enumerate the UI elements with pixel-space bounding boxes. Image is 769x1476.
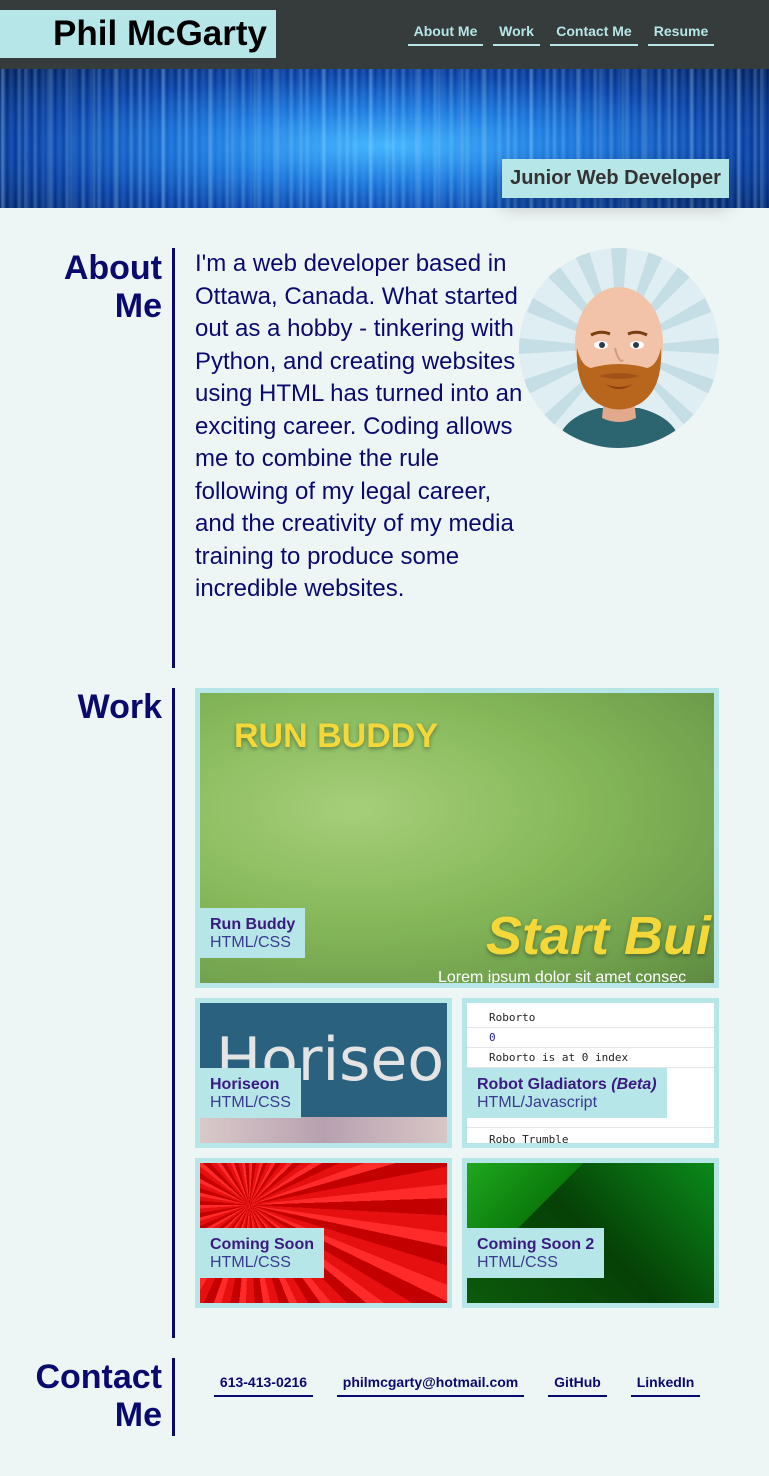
- contact-phone-link[interactable]: 613-413-0216: [214, 1372, 313, 1397]
- project-card-horiseon[interactable]: Horiseon Horiseon HTML/CSS: [195, 998, 452, 1148]
- project-tech: HTML/CSS: [477, 1254, 558, 1271]
- avatar: [519, 248, 719, 448]
- project-label: Run Buddy HTML/CSS: [200, 908, 306, 958]
- project-name: Horiseon: [210, 1076, 280, 1093]
- project-tech: HTML/CSS: [210, 1094, 291, 1111]
- contact-github-link[interactable]: GitHub: [548, 1372, 607, 1397]
- about-text: I'm a web developer based in Ottawa, Can…: [195, 250, 523, 602]
- about-divider: [172, 248, 175, 668]
- site-header: Phil McGarty About Me Work Contact Me Re…: [0, 0, 769, 69]
- about-heading: About Me: [63, 249, 162, 325]
- project-label: Coming Soon 2 HTML/CSS: [467, 1228, 605, 1278]
- nav-about-me[interactable]: About Me: [408, 20, 483, 46]
- project-name: Coming Soon: [210, 1236, 314, 1253]
- main-nav: About Me Work Contact Me Resume: [0, 20, 769, 46]
- nav-resume[interactable]: Resume: [648, 20, 714, 46]
- hero-tagline: Junior Web Developer: [502, 159, 729, 198]
- project-name: Coming Soon 2: [477, 1236, 595, 1253]
- run-buddy-preview-cta: Start Bui: [486, 906, 712, 966]
- contact-divider: [172, 1358, 175, 1436]
- project-label: Coming Soon HTML/CSS: [200, 1228, 324, 1278]
- contact-linkedin-link[interactable]: LinkedIn: [631, 1372, 700, 1397]
- project-tech: HTML/CSS: [210, 934, 291, 951]
- work-divider: [172, 688, 175, 1338]
- project-card-robot-gladiators[interactable]: Roborto 0 Roborto is at 0 index Robo Tru…: [462, 998, 719, 1148]
- project-tech: HTML/Javascript: [477, 1094, 598, 1111]
- contact-heading: Contact Me: [35, 1358, 162, 1434]
- contact-email-link[interactable]: philmcgarty@hotmail.com: [337, 1372, 524, 1397]
- project-card-run-buddy[interactable]: RUN BUDDY Start Bui Lorem ipsum dolor si…: [195, 688, 719, 988]
- project-name: Run Buddy: [210, 916, 296, 933]
- run-buddy-preview-title: RUN BUDDY: [234, 717, 438, 755]
- nav-work[interactable]: Work: [493, 20, 540, 46]
- work-heading: Work: [77, 688, 162, 726]
- project-label: Robot Gladiators (Beta) HTML/Javascript: [467, 1068, 667, 1118]
- project-name: Robot Gladiators (Beta): [477, 1076, 657, 1093]
- project-card-coming-soon[interactable]: Coming Soon HTML/CSS: [195, 1158, 452, 1308]
- project-card-coming-soon-2[interactable]: Coming Soon 2 HTML/CSS: [462, 1158, 719, 1308]
- project-tech: HTML/CSS: [210, 1254, 291, 1271]
- nav-contact-me[interactable]: Contact Me: [550, 20, 638, 46]
- project-label: Horiseon HTML/CSS: [200, 1068, 301, 1118]
- run-buddy-preview-sub: Lorem ipsum dolor sit amet consec: [438, 969, 687, 983]
